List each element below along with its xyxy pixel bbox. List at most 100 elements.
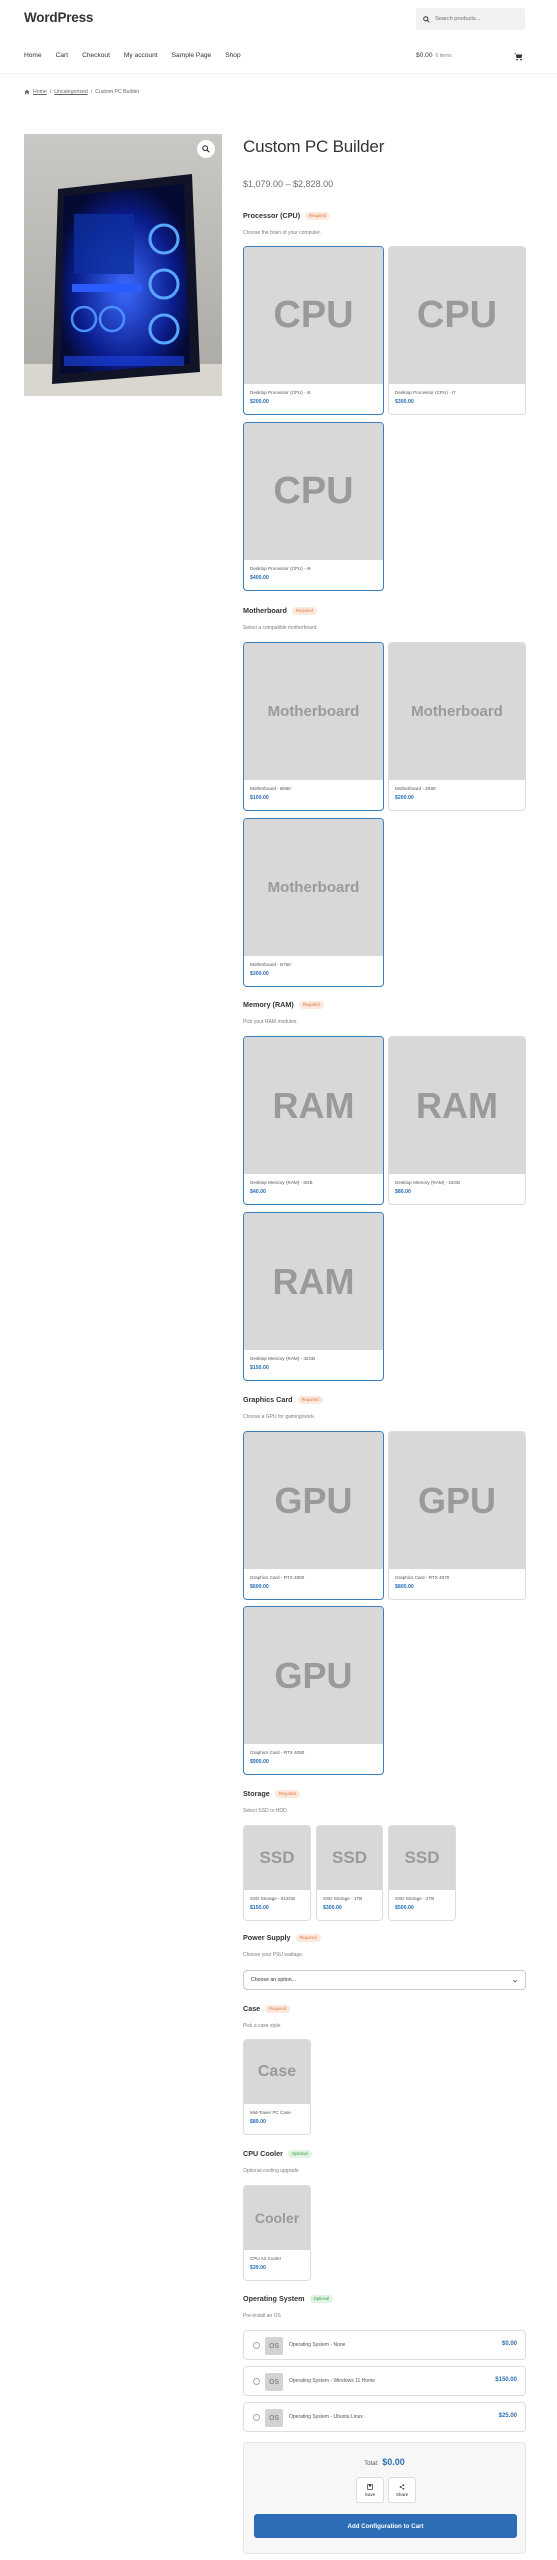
product-card[interactable]: Motherboard Motherboard - B750 $300.00 [243, 818, 384, 987]
product-card[interactable]: CPU Desktop Processor (CPU) - i7 $300.00 [388, 246, 526, 415]
header-cart[interactable]: $0.00 0 items [416, 52, 452, 59]
optional-badge: Optional [309, 2294, 334, 2303]
product-price: $900.00 [250, 1759, 269, 1765]
breadcrumb-current: Custom PC Builder [95, 89, 140, 95]
product-card[interactable]: SSD SSD Storage - 512GB $150.00 [243, 1825, 311, 1921]
section-heading: Memory (RAM) [243, 1000, 294, 1009]
product-thumbnail: Motherboard [389, 643, 525, 780]
required-badge: Required [291, 606, 317, 615]
product-price: $150.00 [250, 1365, 269, 1371]
product-price: $89.00 [250, 2119, 266, 2125]
os-radio[interactable] [253, 2414, 260, 2421]
save-icon [367, 2483, 373, 2490]
product-name: Desktop Processor (CPU) - i7 [395, 390, 456, 395]
save-button[interactable]: Save [356, 2477, 384, 2503]
nav-item-home[interactable]: Home [24, 52, 42, 59]
product-card[interactable]: GPU Graphics Card - RTX 4060 $600.00 [243, 1431, 384, 1600]
product-name: Motherboard - Z690 [395, 786, 436, 791]
os-option[interactable]: OS Operating System - Ubuntu Linux $25.0… [243, 2402, 526, 2432]
product-card[interactable]: Case Mid-Tower PC Case $89.00 [243, 2039, 311, 2135]
product-name: Desktop Memory (RAM) - 16GB [395, 1180, 461, 1185]
product-card[interactable]: SSD SSD Storage - 2TB $500.00 [388, 1825, 456, 1921]
nav-item-sample-page[interactable]: Sample Page [172, 52, 212, 59]
nav-item-cart[interactable]: Cart [56, 52, 68, 59]
product-thumbnail: RAM [389, 1037, 525, 1174]
product-name: SSD Storage - 512GB [250, 1896, 296, 1901]
product-price: $80.00 [395, 1189, 411, 1195]
product-price: $500.00 [395, 1905, 414, 1911]
section-title-psu: Power Supply Required [243, 1933, 321, 1942]
section-desc-gpu: Choose a GPU for gaming/work. [243, 1414, 315, 1420]
section-title-storage: Storage Required [243, 1789, 300, 1798]
psu-select[interactable]: Choose an option... [243, 1970, 526, 1990]
section-heading: Motherboard [243, 606, 287, 615]
product-thumbnail: Case [244, 2040, 310, 2104]
section-heading: CPU Cooler [243, 2149, 283, 2158]
product-price: $400.00 [250, 575, 269, 581]
product-thumbnail: SSD [389, 1826, 455, 1890]
add-to-cart-button[interactable]: Add Configuration to Cart [254, 2514, 517, 2538]
required-badge: Required [297, 1395, 323, 1404]
os-name: Operating System - None [289, 2342, 346, 2348]
product-price: $200.00 [395, 795, 414, 801]
product-name: Desktop Processor (CPU) - i5 [250, 390, 311, 395]
home-icon [24, 89, 30, 95]
breadcrumb-separator: / [90, 89, 93, 95]
site-title[interactable]: WordPress [24, 10, 93, 25]
zoom-button[interactable] [197, 140, 215, 158]
os-radio[interactable] [253, 2378, 260, 2385]
os-thumbnail: OS [265, 2373, 283, 2391]
nav-item-shop[interactable]: Shop [225, 52, 240, 59]
product-card[interactable]: Motherboard Motherboard - B660 $100.00 [243, 642, 384, 811]
nav-item-my-account[interactable]: My account [124, 52, 158, 59]
search-box[interactable] [416, 8, 525, 30]
product-card[interactable]: GPU Graphics Card - RTX 4080 $900.00 [243, 1606, 384, 1775]
breadcrumb-category[interactable]: Uncategorized [54, 89, 87, 95]
os-price: $25.00 [498, 2413, 517, 2419]
product-thumbnail: CPU [244, 247, 383, 384]
os-option[interactable]: OS Operating System - None $0.00 [243, 2330, 526, 2360]
os-option[interactable]: OS Operating System - Windows 11 Home $1… [243, 2366, 526, 2396]
section-title-ram: Memory (RAM) Required [243, 1000, 324, 1009]
product-name: Motherboard - B660 [250, 786, 291, 791]
os-radio[interactable] [253, 2342, 260, 2349]
cart-icon[interactable] [513, 51, 523, 61]
product-thumbnail: RAM [244, 1213, 383, 1350]
product-title: Custom PC Builder [243, 137, 385, 156]
product-price: $40.00 [250, 1189, 266, 1195]
product-price: $150.00 [250, 1905, 269, 1911]
product-card[interactable]: RAM Desktop Memory (RAM) - 8GB $40.00 [243, 1036, 384, 1205]
search-input[interactable] [435, 16, 525, 22]
breadcrumb-separator: / [49, 89, 52, 95]
product-thumbnail: Cooler [244, 2186, 310, 2250]
total-label: Total: [364, 2461, 379, 2467]
product-card[interactable]: RAM Desktop Memory (RAM) - 16GB $80.00 [388, 1036, 526, 1205]
breadcrumb-home[interactable]: Home [33, 89, 47, 95]
product-image[interactable] [24, 134, 222, 396]
product-price: $600.00 [250, 1584, 269, 1590]
section-title-case: Case Required [243, 2004, 291, 2013]
product-card[interactable]: CPU Desktop Processor (CPU) - i5 $200.00 [243, 246, 384, 415]
section-desc-ram: Pick your RAM modules. [243, 1019, 298, 1025]
product-thumbnail: SSD [317, 1826, 382, 1890]
product-card[interactable]: Cooler CPU Air Cooler $39.00 [243, 2185, 311, 2281]
zoom-icon [202, 145, 210, 153]
search-icon [423, 15, 430, 23]
share-button[interactable]: Share [388, 2477, 416, 2503]
save-label: Save [364, 2491, 376, 2497]
section-title-cpu: Processor (CPU) Required [243, 211, 331, 220]
os-name: Operating System - Windows 11 Home [289, 2378, 376, 2384]
product-price: $300.00 [323, 1905, 342, 1911]
nav-item-checkout[interactable]: Checkout [82, 52, 110, 59]
section-title-gpu: Graphics Card Required [243, 1395, 323, 1404]
product-card[interactable]: CPU Desktop Processor (CPU) - i9 $400.00 [243, 422, 384, 591]
product-card[interactable]: GPU Graphics Card - RTX 4070 $800.00 [388, 1431, 526, 1600]
required-badge: Required [305, 211, 331, 220]
product-card[interactable]: SSD SSD Storage - 1TB $300.00 [316, 1825, 383, 1921]
product-name: Desktop Memory (RAM) - 32GB [250, 1356, 316, 1361]
product-card[interactable]: RAM Desktop Memory (RAM) - 32GB $150.00 [243, 1212, 384, 1381]
section-title-motherboard: Motherboard Required [243, 606, 317, 615]
product-card[interactable]: Motherboard Motherboard - Z690 $200.00 [388, 642, 526, 811]
required-badge: Required [295, 1933, 321, 1942]
os-thumbnail: OS [265, 2409, 283, 2427]
